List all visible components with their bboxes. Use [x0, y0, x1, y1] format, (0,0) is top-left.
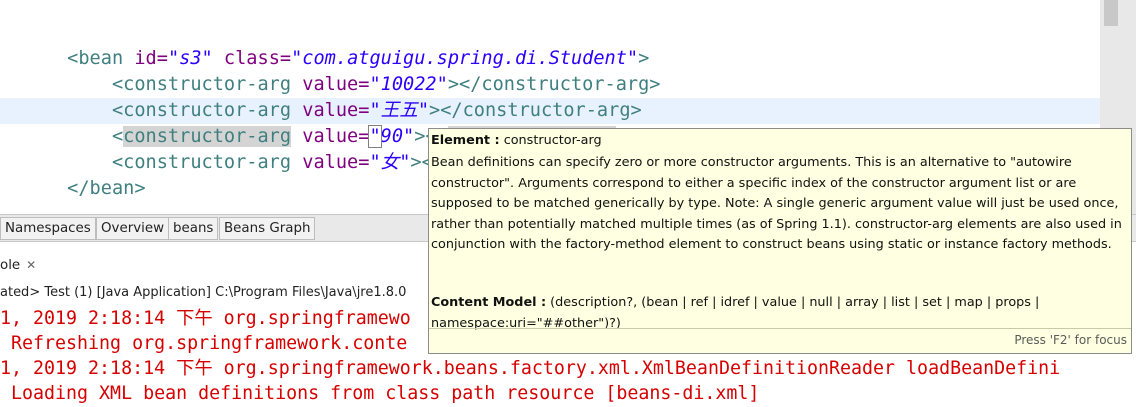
console-log-line: Refreshing org.springframework.conte	[0, 333, 408, 354]
tab-beans[interactable]: beans	[168, 217, 219, 240]
code-line-constructor-arg-1[interactable]: <constructor-arg value="10022"></constru…	[0, 46, 661, 95]
code-line-bean-open[interactable]: <bean id="s3" class="com.atguigu.spring.…	[0, 20, 649, 69]
element-info-tooltip[interactable]: Element : constructor-arg Bean definitio…	[428, 128, 1132, 354]
code-line-bean-close[interactable]: </bean>	[0, 150, 145, 199]
close-icon[interactable]: ✕	[26, 258, 36, 272]
console-title: ole	[0, 258, 21, 273]
tooltip-description: Bean definitions can specify zero or mor…	[431, 155, 1122, 252]
code-line-constructor-arg-3[interactable]: <constructor-arg value="90"></constructo…	[0, 98, 627, 148]
tab-namespaces[interactable]: Namespaces	[0, 217, 96, 240]
attr-name: value=	[302, 152, 370, 173]
console-log-line: Loading XML bean definitions from class …	[0, 383, 760, 404]
tooltip-footer: Press 'F2' for focus	[429, 328, 1131, 353]
tooltip-element-row: Element : constructor-arg	[431, 133, 602, 148]
console-log-line: 1, 2019 2:18:14 下午 org.springframework.b…	[0, 358, 1061, 379]
element-value: constructor-arg	[499, 133, 602, 148]
tab-overview[interactable]: Overview	[96, 217, 170, 240]
code-line-constructor-arg-2[interactable]: <constructor-arg value="王五"></constructo…	[0, 72, 642, 121]
scrollbar-thumb[interactable]	[1104, 0, 1118, 26]
tag-close: </bean>	[67, 178, 146, 199]
tab-beans-graph[interactable]: Beans Graph	[219, 217, 316, 240]
console-log-line: 1, 2019 2:18:14 下午 org.springframewo	[0, 308, 411, 329]
console-process-description: ated> Test (1) [Java Application] C:\Pro…	[0, 285, 407, 300]
code-line-constructor-arg-4[interactable]: <constructor-arg value="女"></c	[0, 124, 455, 173]
console-view-tab[interactable]: ole ✕	[0, 252, 36, 278]
content-model-label: Content Model :	[431, 295, 547, 310]
attr-value: "女"	[369, 152, 411, 173]
element-label: Element :	[431, 133, 500, 148]
focus-hint: Press 'F2' for focus	[1014, 333, 1127, 347]
